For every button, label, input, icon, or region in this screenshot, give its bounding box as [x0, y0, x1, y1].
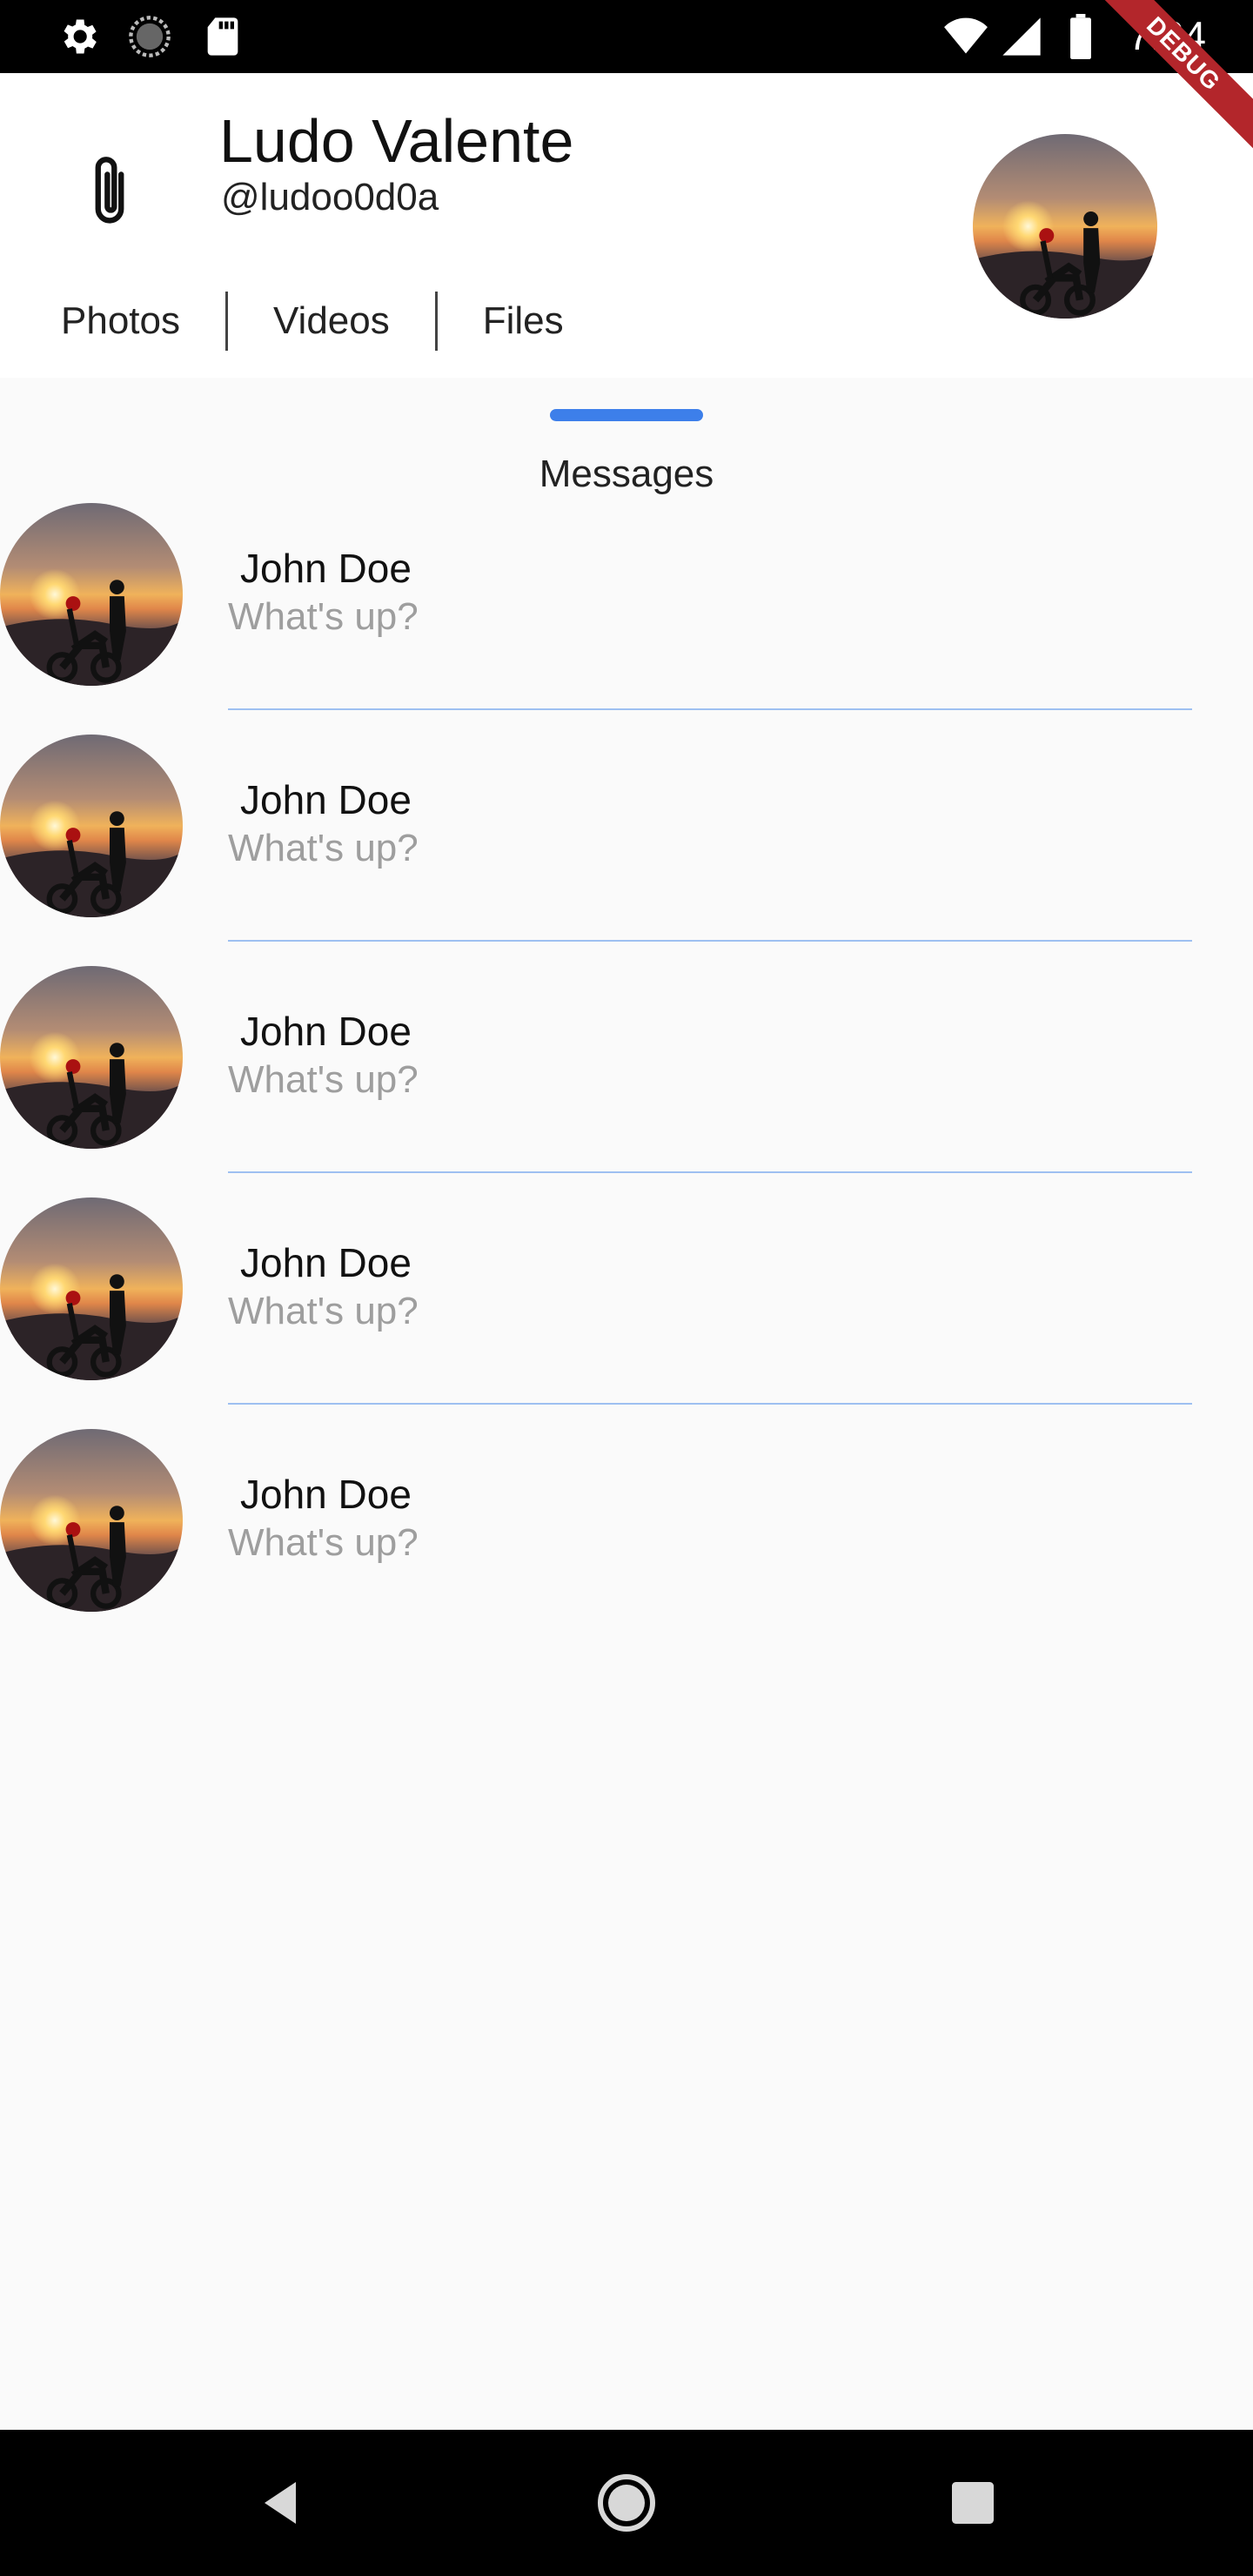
message-preview: What's up? — [228, 1521, 419, 1564]
list-divider — [228, 1171, 1192, 1173]
avatar — [0, 1429, 183, 1612]
message-list-item[interactable]: John Doe What's up? — [0, 1196, 1253, 1427]
loading-icon — [129, 16, 171, 57]
message-list-item[interactable]: John Doe What's up? — [0, 733, 1253, 964]
message-list-item[interactable]: John Doe What's up? — [0, 1427, 1253, 1659]
paperclip-icon[interactable] — [85, 151, 134, 230]
avatar — [0, 966, 183, 1149]
messages-title: Messages — [539, 453, 714, 495]
list-divider — [228, 940, 1192, 942]
sender-name: John Doe — [240, 1472, 412, 1517]
home-icon[interactable] — [595, 2472, 658, 2534]
battery-icon — [1070, 14, 1091, 59]
back-icon[interactable] — [249, 2472, 312, 2534]
status-bar: 7:34 — [0, 0, 1253, 73]
profile-name: Ludo Valente — [219, 107, 574, 175]
message-preview: What's up? — [228, 827, 419, 869]
tab-videos[interactable]: Videos — [228, 292, 435, 351]
avatar — [0, 735, 183, 917]
avatar-image — [973, 134, 1157, 319]
message-list-item[interactable]: John Doe What's up? — [0, 964, 1253, 1196]
sender-name: John Doe — [240, 1240, 412, 1285]
tab-photos[interactable]: Photos — [0, 292, 225, 351]
sender-name: John Doe — [240, 777, 412, 822]
panel-drag-handle[interactable] — [550, 409, 703, 421]
recents-icon[interactable] — [941, 2472, 1004, 2534]
avatar — [0, 1197, 183, 1380]
list-divider — [228, 708, 1192, 710]
system-nav-bar — [0, 2430, 1253, 2576]
profile-header: Ludo Valente @ludoo0d0a Photos Videos Fi… — [0, 73, 1253, 378]
sender-name: John Doe — [240, 1009, 412, 1054]
sd-card-icon — [207, 17, 238, 56]
profile-handle: @ludoo0d0a — [221, 176, 439, 218]
wifi-icon — [944, 17, 988, 54]
tab-bar: Photos Videos Files — [0, 282, 609, 360]
signal-icon — [1002, 17, 1041, 56]
message-list: John Doe What's up? John Doe What's up? … — [0, 501, 1253, 1659]
message-preview: What's up? — [228, 595, 419, 638]
sender-name: John Doe — [240, 546, 412, 591]
list-divider — [228, 1403, 1192, 1405]
profile-avatar[interactable] — [973, 134, 1157, 319]
tab-files[interactable]: Files — [438, 292, 609, 351]
message-preview: What's up? — [228, 1058, 419, 1101]
gear-icon — [64, 19, 97, 54]
message-list-item[interactable]: John Doe What's up? — [0, 501, 1253, 733]
avatar — [0, 503, 183, 686]
message-preview: What's up? — [228, 1290, 419, 1332]
